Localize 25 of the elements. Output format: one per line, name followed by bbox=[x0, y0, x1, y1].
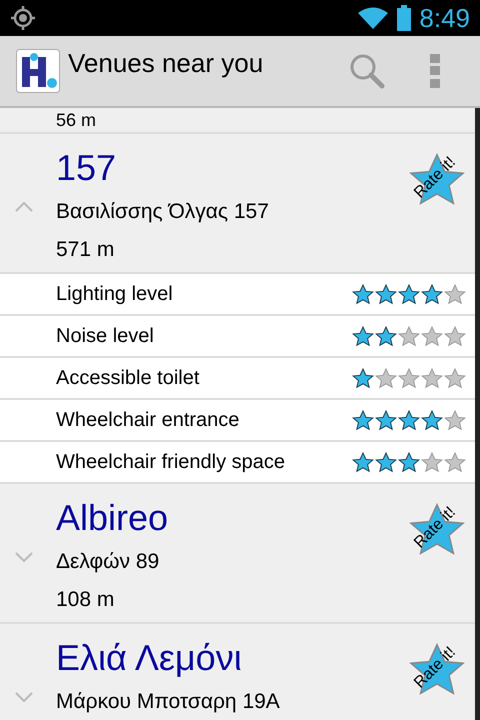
venue-distance: 56 m bbox=[56, 111, 96, 129]
venue-name[interactable]: Ελιά Λεμόνι bbox=[56, 636, 242, 680]
attribute-label: Accessible toilet bbox=[56, 366, 200, 391]
app-logo-icon bbox=[16, 49, 60, 93]
star-rating[interactable] bbox=[352, 452, 466, 472]
venue-address: Δελφών 89 bbox=[56, 549, 160, 575]
venue-distance: 571 m bbox=[56, 237, 114, 263]
venue-name[interactable]: 157 bbox=[56, 146, 116, 190]
location-icon bbox=[10, 5, 36, 31]
attribute-label: Wheelchair friendly space bbox=[56, 450, 285, 475]
attribute-label: Wheelchair entrance bbox=[56, 408, 240, 433]
attribute-label: Lighting level bbox=[56, 282, 173, 307]
star-rating[interactable] bbox=[352, 326, 466, 346]
attribute-label: Noise level bbox=[56, 324, 154, 349]
star-rating[interactable] bbox=[352, 368, 466, 388]
battery-icon bbox=[397, 5, 412, 31]
venue-name[interactable]: Albireo bbox=[56, 496, 168, 540]
venue-distance: 108 m bbox=[56, 587, 114, 613]
wifi-icon bbox=[357, 6, 390, 30]
app-title: Venues near you bbox=[68, 47, 264, 80]
venue-address: Βασιλίσσης Όλγας 157 bbox=[56, 199, 269, 225]
venue-address: Μάρκου Μποτσαρη 19Α bbox=[56, 689, 280, 715]
star-rating[interactable] bbox=[352, 284, 466, 304]
clock-time: 8:49 bbox=[419, 5, 470, 31]
star-rating[interactable] bbox=[352, 410, 466, 430]
